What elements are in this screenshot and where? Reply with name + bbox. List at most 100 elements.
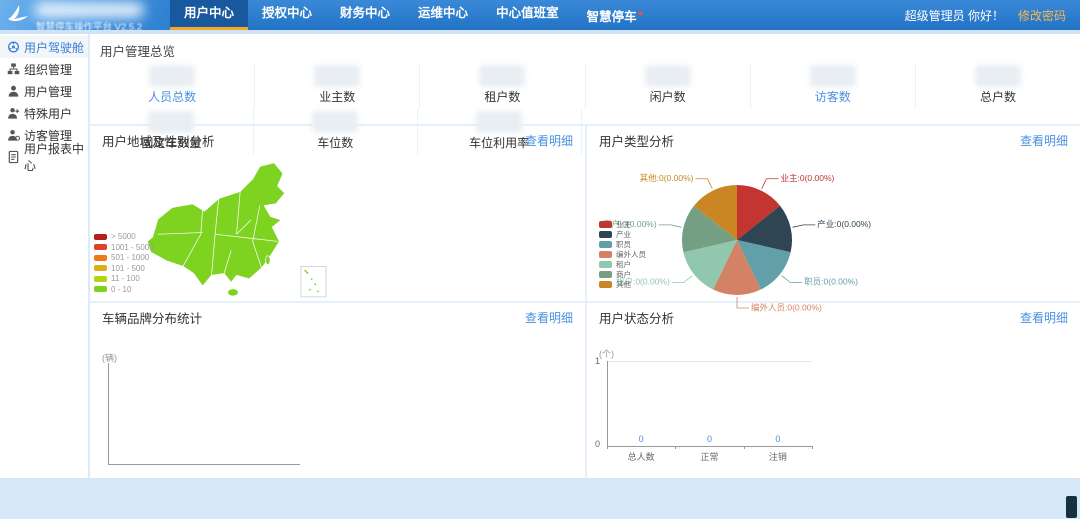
floating-widget[interactable] (1066, 496, 1077, 518)
status-y-axis (607, 361, 608, 446)
vehicle-brand-detail-link[interactable]: 查看明细 (525, 309, 573, 326)
nav-item-4[interactable]: 中心值班室 (482, 0, 573, 30)
pie-label-line (695, 179, 712, 189)
sidebar-item-label: 组织管理 (24, 61, 72, 78)
redacted-stat-value (476, 111, 522, 133)
x-axis-tick (675, 446, 676, 449)
panel-title: 车辆品牌分布统计 (102, 308, 202, 327)
map-legend-item[interactable]: 11 - 100 (94, 274, 154, 283)
stat-label: 业主数 (255, 88, 419, 105)
status-value-label: 0 (775, 434, 780, 444)
map-legend-item[interactable]: 0 - 10 (94, 285, 154, 294)
pie-legend-item-0[interactable]: 业主 (599, 220, 646, 228)
status-category-label: 总人数 (628, 450, 655, 463)
redacted-stat-value (479, 65, 525, 87)
user-icon (7, 84, 20, 98)
stat-label[interactable]: 人员总数 (90, 88, 254, 105)
nav-item-5[interactable]: 智慧停车● (573, 0, 657, 30)
special-user-icon (7, 106, 20, 120)
sidebar-item-5[interactable]: 用户报表中心 (0, 146, 88, 168)
pie-legend-item-3[interactable]: 编外人员 (599, 250, 646, 258)
legend-swatch (599, 231, 612, 238)
pie-legend: 业主产业职员编外人员租户商户其他 (599, 220, 646, 290)
region-detail-link[interactable]: 查看明细 (525, 132, 573, 149)
stat-label[interactable]: 访客数 (751, 88, 915, 105)
nav-item-3[interactable]: 运维中心 (404, 0, 482, 30)
new-badge-icon: ● (638, 8, 643, 18)
pie-label-line (762, 179, 779, 189)
legend-label: 501 - 1000 (111, 253, 149, 262)
status-y-axis-label: (个) (599, 347, 614, 360)
legend-label: 其他 (616, 279, 631, 290)
status-value-label: 0 (707, 434, 712, 444)
map-legend-item[interactable]: 501 - 1000 (94, 253, 154, 262)
legend-swatch (94, 255, 107, 261)
map-chart-body: > 5000 1001 - 5000501 - 1000 101 - 50011 -… (90, 152, 585, 301)
legend-label: 0 - 10 (111, 285, 131, 294)
pie-legend-item-1[interactable]: 产业 (599, 230, 646, 238)
redacted-stat-value (810, 65, 856, 87)
brand-x-axis (108, 464, 300, 465)
overview-panel: 用户管理总览 人员总数业主数租户数闲户数访客数总户数 固定车数量车位数车位利用率 (90, 34, 1080, 124)
panel-grid: 用户地域及性别分析 查看明细 (90, 124, 1080, 478)
sidebar: 用户驾驶舱组织管理用户管理特殊用户访客管理用户报表中心 (0, 34, 88, 478)
stat-cell: 人员总数 (90, 63, 255, 109)
nav-item-2[interactable]: 财务中心 (326, 0, 404, 30)
sidebar-item-0[interactable]: 用户驾驶舱 (0, 36, 88, 58)
status-chart-body: (个) 1 0 总人数0正常0注销0 (587, 329, 1080, 478)
stat-label: 闲户数 (586, 88, 750, 105)
org-icon (7, 62, 20, 76)
sidebar-item-label: 用户管理 (24, 83, 72, 100)
sidebar-item-2[interactable]: 用户管理 (0, 80, 88, 102)
pie-label-line (737, 297, 749, 308)
legend-swatch (94, 244, 107, 250)
legend-swatch (599, 251, 612, 258)
map-legend-item[interactable]: 1001 - 5000 (94, 243, 154, 252)
user-type-panel: 用户类型分析 查看明细 业主:0(0.00%)产业:0(0.00%)职员:0(0… (585, 124, 1080, 301)
brand-y-axis (108, 363, 109, 464)
nav-item-1[interactable]: 授权中心 (248, 0, 326, 30)
navbar-right: 超级管理员 你好！ 修改密码 (905, 0, 1080, 30)
map-legend-item[interactable]: > 5000 (94, 232, 154, 241)
pie-chart-body: 业主:0(0.00%)产业:0(0.00%)职员:0(0.00%)编外人员:0(… (587, 152, 1080, 301)
sidebar-item-label: 用户驾驶舱 (24, 39, 84, 56)
app-logo[interactable]: 智慧停车操作平台 V2.5.2 (0, 0, 170, 30)
pie-legend-item-6[interactable]: 其他 (599, 280, 646, 288)
pie-label-line (793, 225, 816, 227)
footer-band (0, 478, 1080, 519)
nav-item-0[interactable]: 用户中心 (170, 0, 248, 30)
pie-legend-item-4[interactable]: 租户 (599, 260, 646, 268)
pie-slice-label: 业主:0(0.00%) (781, 173, 835, 183)
pie-label-line (782, 276, 803, 283)
legend-swatch (599, 271, 612, 278)
pie-slice-label: 产业:0(0.00%) (817, 219, 871, 229)
panel-title: 用户地域及性别分析 (102, 131, 215, 150)
user-type-detail-link[interactable]: 查看明细 (1020, 132, 1068, 149)
sidebar-item-3[interactable]: 特殊用户 (0, 102, 88, 124)
map-legend-item[interactable]: 101 - 500 (94, 264, 154, 273)
legend-label: 101 - 500 (111, 264, 145, 273)
y-tick-min: 0 (595, 439, 600, 449)
user-type-pie-chart[interactable]: 业主:0(0.00%)产业:0(0.00%)职员:0(0.00%)编外人员:0(… (587, 148, 1080, 328)
map-visual-legend: > 5000 1001 - 5000501 - 1000 101 - 50011 -… (94, 232, 154, 295)
legend-swatch (94, 276, 107, 282)
brand-chart-body: (辆) (90, 329, 585, 478)
legend-swatch (599, 261, 612, 268)
legend-label: > 5000 (111, 232, 136, 241)
x-axis-tick (812, 446, 813, 449)
change-password-link[interactable]: 修改密码 (1018, 7, 1066, 24)
status-category-label: 正常 (700, 450, 718, 463)
redacted-stat-value (149, 65, 195, 87)
content-area: 用户驾驶舱组织管理用户管理特殊用户访客管理用户报表中心 用户管理总览 人员总数业… (0, 34, 1080, 478)
status-x-axis (607, 446, 812, 447)
pie-label-line (659, 225, 682, 227)
pie-legend-item-5[interactable]: 商户 (599, 270, 646, 278)
logo-blurred-name (34, 2, 144, 18)
sidebar-item-1[interactable]: 组织管理 (0, 58, 88, 80)
pie-legend-item-2[interactable]: 职员 (599, 240, 646, 248)
legend-swatch (94, 234, 107, 240)
redacted-stat-value (645, 65, 691, 87)
status-category-label: 注销 (769, 450, 787, 463)
stat-cell: 业主数 (255, 63, 420, 109)
stat-cell: 总户数 (916, 63, 1080, 109)
